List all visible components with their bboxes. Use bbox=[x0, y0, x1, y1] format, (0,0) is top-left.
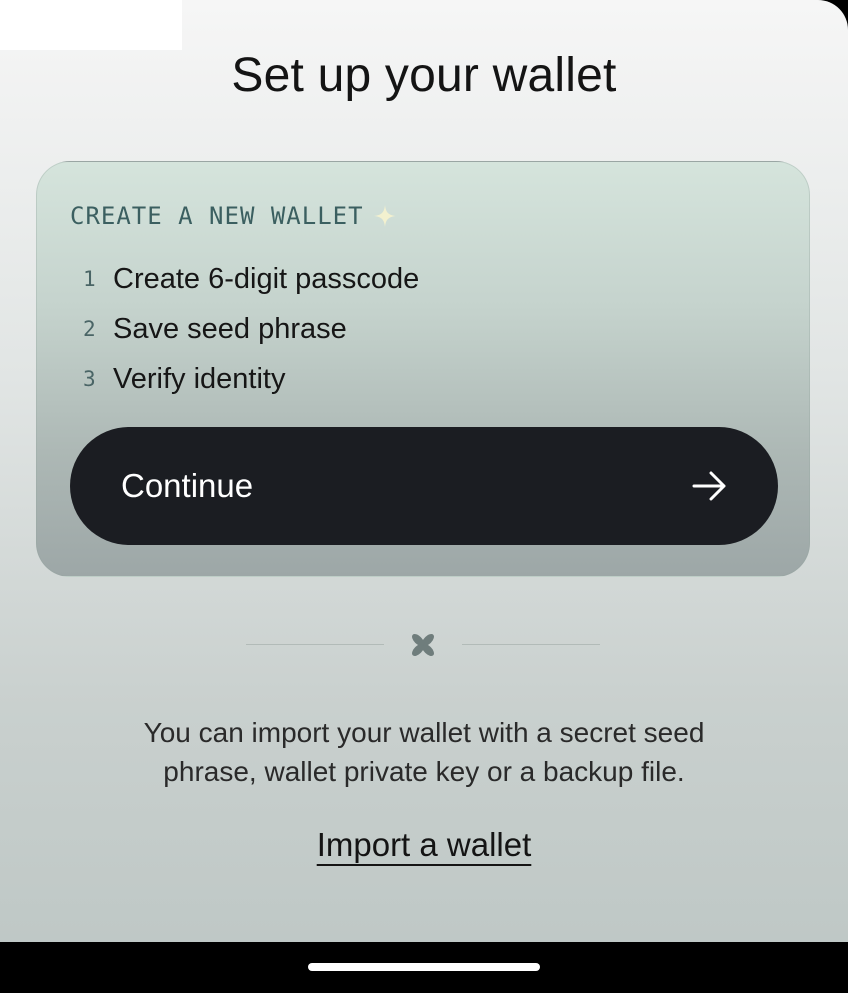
page-title: Set up your wallet bbox=[231, 49, 617, 102]
sparkle-icon bbox=[373, 205, 396, 227]
continue-button[interactable]: Continue bbox=[70, 427, 778, 545]
step-label: Save seed phrase bbox=[113, 312, 347, 345]
card-heading-label: CREATE A NEW WALLET bbox=[70, 202, 364, 230]
import-description-text: You can import your wallet with a secret… bbox=[143, 717, 705, 787]
section-divider bbox=[246, 630, 600, 660]
step-item: 1 Create 6-digit passcode bbox=[83, 254, 419, 304]
import-wallet-link[interactable]: Import a wallet bbox=[317, 826, 532, 863]
step-item: 3 Verify identity bbox=[83, 354, 419, 404]
step-number: 2 bbox=[83, 317, 96, 341]
step-label: Create 6-digit passcode bbox=[113, 262, 420, 295]
status-bar-area bbox=[0, 0, 182, 50]
divider-line-right bbox=[462, 644, 600, 645]
card-heading: CREATE A NEW WALLET bbox=[70, 202, 396, 230]
step-number: 3 bbox=[83, 367, 96, 391]
home-indicator[interactable] bbox=[308, 963, 540, 971]
flower-icon bbox=[408, 630, 438, 660]
step-item: 2 Save seed phrase bbox=[83, 304, 419, 354]
steps-list: 1 Create 6-digit passcode 2 Save seed ph… bbox=[83, 254, 419, 404]
import-description: You can import your wallet with a secret… bbox=[0, 713, 848, 791]
create-wallet-card: CREATE A NEW WALLET 1 Create 6-digit pas… bbox=[36, 161, 810, 577]
step-label: Verify identity bbox=[113, 362, 286, 395]
import-link-row: Import a wallet bbox=[0, 826, 848, 864]
divider-line-left bbox=[246, 644, 384, 645]
screen: Set up your wallet CREATE A NEW WALLET 1… bbox=[0, 0, 848, 942]
continue-button-label: Continue bbox=[121, 467, 254, 504]
step-number: 1 bbox=[83, 267, 96, 291]
arrow-right-icon bbox=[692, 471, 728, 501]
